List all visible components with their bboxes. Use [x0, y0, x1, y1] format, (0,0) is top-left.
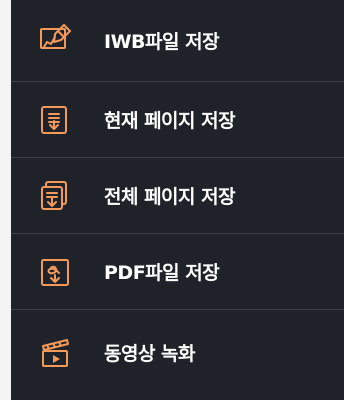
menu-item-label: 현재 페이지 저장	[104, 110, 236, 132]
menu-item-all-pages-save[interactable]: 전체 페이지 저장	[11, 158, 344, 234]
save-menu: IWB파일 저장 현재 페이지 저장 전체 페이지 저장 PDF파일 저장 동영…	[11, 0, 344, 400]
menu-item-label: 전체 페이지 저장	[104, 186, 236, 208]
menu-item-pdf-save[interactable]: PDF파일 저장	[11, 234, 344, 310]
whiteboard-save-icon	[38, 23, 72, 58]
pages-download-icon	[38, 179, 72, 213]
video-record-icon	[38, 336, 72, 370]
menu-item-current-page-save[interactable]: 현재 페이지 저장	[11, 82, 344, 158]
menu-item-iwb-save[interactable]: IWB파일 저장	[11, 0, 344, 82]
menu-item-label: 동영상 녹화	[104, 343, 196, 365]
pdf-save-icon	[38, 255, 72, 289]
page-download-icon	[38, 103, 72, 137]
menu-item-label: PDF파일 저장	[104, 262, 220, 284]
menu-item-label: IWB파일 저장	[104, 31, 220, 53]
menu-item-video-record[interactable]: 동영상 녹화	[11, 310, 344, 395]
